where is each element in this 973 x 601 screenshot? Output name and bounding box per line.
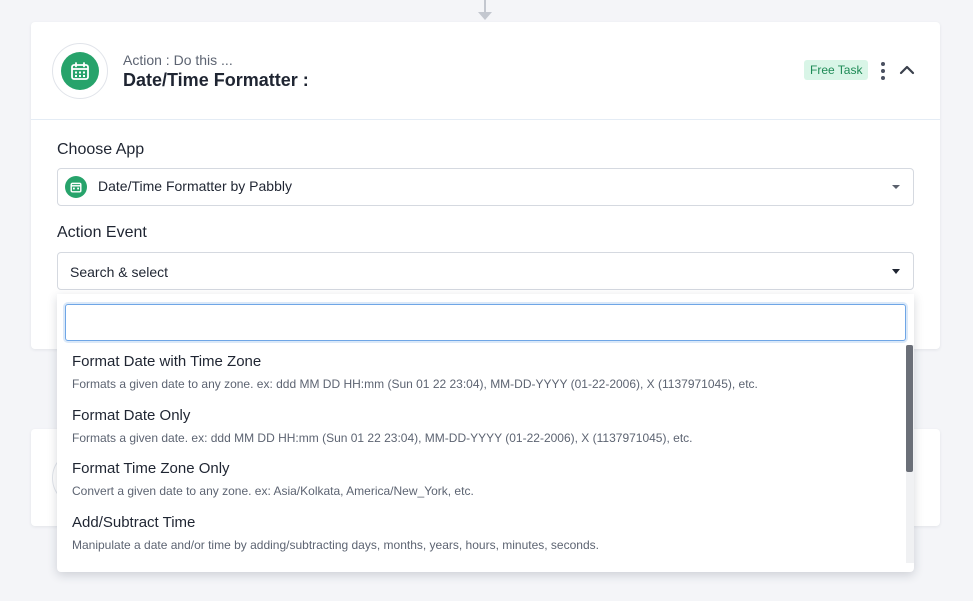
caret-down-icon xyxy=(892,269,900,274)
chevron-up-icon[interactable] xyxy=(898,61,916,79)
dropdown-option[interactable]: Format Date with Time Zone Formats a giv… xyxy=(57,347,906,401)
caret-down-icon xyxy=(892,185,900,189)
dropdown-option[interactable]: Add/Subtract Time Manipulate a date and/… xyxy=(57,508,906,562)
option-title: Add/Subtract Time xyxy=(72,513,196,531)
choose-app-label: Choose App xyxy=(57,141,145,158)
option-title: Format Date with Time Zone xyxy=(72,353,262,370)
free-task-badge: Free Task xyxy=(804,60,869,80)
app-option-icon xyxy=(65,176,87,198)
action-event-label: Action Event xyxy=(57,224,147,241)
option-title: Format Date Only xyxy=(72,406,191,424)
option-description: Convert a given date to any zone. ex: As… xyxy=(72,484,474,498)
dropdown-option[interactable]: Format Time Zone Only Convert a given da… xyxy=(57,454,906,508)
kebab-menu-icon[interactable] xyxy=(880,62,886,80)
step-subtitle: Action : Do this ... xyxy=(123,52,233,68)
dropdown-option[interactable]: Format Date Only Formats a given date. e… xyxy=(57,401,906,455)
option-title: Format Time Zone Only xyxy=(72,460,230,477)
action-step-header[interactable]: Action : Do this ... Date/Time Formatter… xyxy=(31,22,940,120)
action-event-dropdown: Format Date with Time Zone Formats a giv… xyxy=(57,294,914,572)
action-event-placeholder: Search & select xyxy=(70,264,169,280)
dropdown-options-list: Format Date with Time Zone Formats a giv… xyxy=(57,347,906,561)
option-description: Formats a given date to any zone. ex: dd… xyxy=(72,377,758,391)
calendar-icon xyxy=(71,62,89,80)
action-event-select[interactable]: Search & select xyxy=(57,252,914,290)
step-title: Date/Time Formatter : xyxy=(123,70,309,90)
calendar-icon xyxy=(70,182,82,193)
option-description: Manipulate a date and/or time by adding/… xyxy=(72,537,599,552)
choose-app-select[interactable]: Date/Time Formatter by Pabbly xyxy=(57,168,914,206)
option-description: Formats a given date. ex: ddd MM DD HH:m… xyxy=(72,430,693,445)
choose-app-value: Date/Time Formatter by Pabbly xyxy=(98,178,292,194)
workflow-connector-arrow xyxy=(478,12,492,20)
app-logo xyxy=(52,43,108,99)
dropdown-search-input[interactable] xyxy=(65,304,906,341)
dropdown-scrollbar-thumb[interactable] xyxy=(906,345,913,472)
